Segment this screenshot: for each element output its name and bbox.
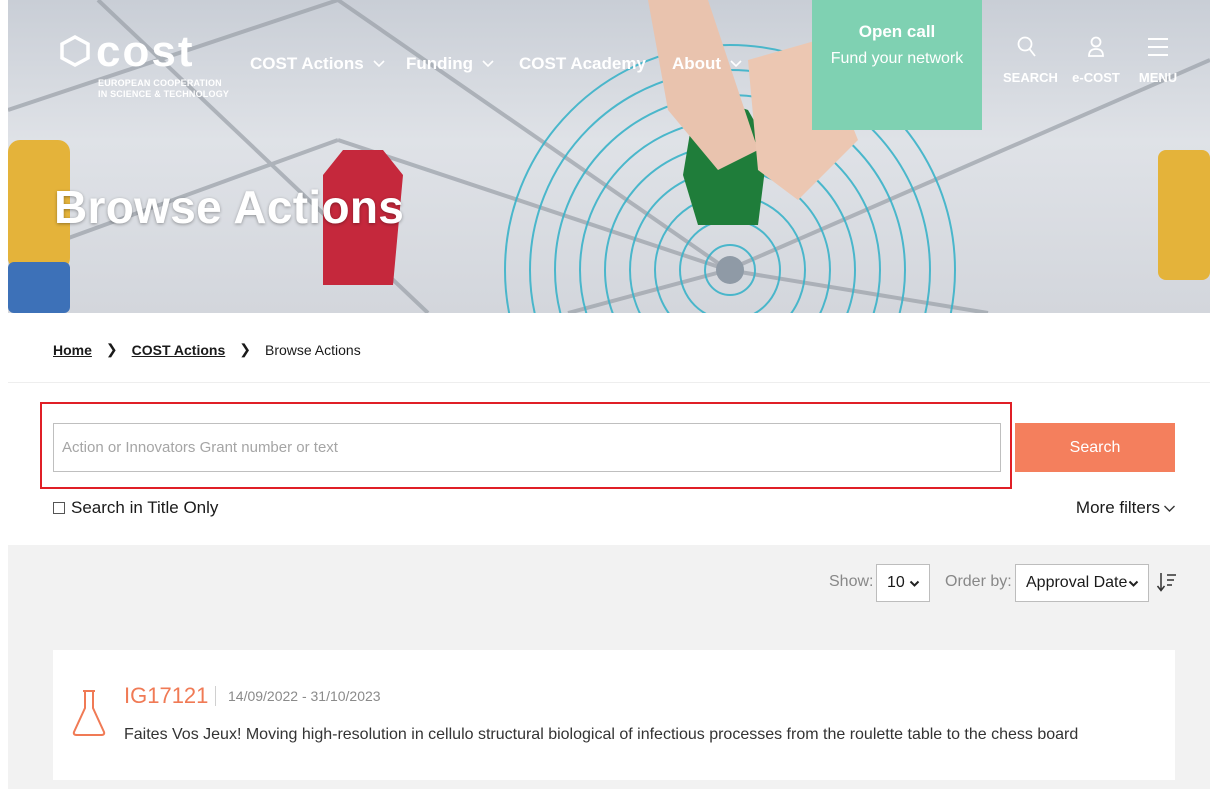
result-divider [215,686,216,706]
section-divider [8,382,1210,383]
menu-tool-label: MENU [1138,70,1178,85]
search-tool-button[interactable]: SEARCH [1003,36,1058,85]
nav-cost-actions[interactable]: COST Actions [250,54,386,74]
show-count-value: 10 [887,574,905,591]
chevron-down-icon [730,60,742,68]
breadcrumb-current: Browse Actions [264,341,361,358]
cost-logo[interactable]: cost EUROPEAN COOPERATION IN SCIENCE & T… [58,27,229,105]
search-tool-label: SEARCH [1003,70,1058,85]
search-icon [1017,36,1036,57]
open-call-subtitle: Fund your network [830,50,964,67]
breadcrumb-cost-actions[interactable]: COST Actions [132,342,226,358]
chevron-down-icon [373,60,385,68]
breadcrumb-home[interactable]: Home [53,342,92,358]
result-code[interactable]: IG17121 [124,683,208,709]
show-count-select[interactable]: 10 [876,564,930,602]
top-navigation-bar: cost EUROPEAN COOPERATION IN SCIENCE & T… [8,0,1210,130]
checkbox-box[interactable] [53,502,65,514]
order-by-value: Approval Date [1026,574,1128,591]
search-title-only-checkbox[interactable]: Search in Title Only [53,498,218,518]
chevron-down-icon [1164,505,1175,512]
chevron-down-icon [482,60,494,68]
more-filters-toggle[interactable]: More filters [1076,498,1176,518]
chevron-down-icon [1128,580,1139,587]
nav-funding-label: Funding [406,54,474,73]
open-call-title: Open call [858,22,936,41]
nav-about-label: About [672,54,722,73]
logo-tagline-2: IN SCIENCE & TECHNOLOGY [98,89,230,99]
order-by-label: Order by: [945,573,1012,590]
logo-tagline-1: EUROPEAN COOPERATION [98,78,222,88]
ecost-tool-button[interactable]: e-COST [1072,36,1120,85]
nav-cost-academy[interactable]: COST Academy [519,54,646,74]
open-call-banner[interactable]: Open call Fund your network [812,0,982,130]
nav-cost-actions-label: COST Actions [250,54,364,73]
nav-funding[interactable]: Funding [406,54,495,74]
menu-tool-button[interactable]: MENU [1136,36,1180,85]
chevron-down-icon [909,580,920,587]
flask-icon [72,690,106,736]
logo-wordmark: cost [96,27,195,76]
hamburger-menu-icon [1148,38,1168,56]
more-filters-label: More filters [1075,498,1160,517]
chevron-right-icon: ❯ [105,341,118,357]
result-dates: 14/09/2022 - 31/10/2023 [228,688,381,704]
show-label: Show: [829,573,874,590]
page-title: Browse Actions [54,181,405,233]
nav-about[interactable]: About [672,54,743,74]
sort-descending-icon[interactable] [1156,571,1178,593]
search-button[interactable]: Search [1015,423,1175,472]
result-title[interactable]: Faites Vos Jeux! Moving high-resolution … [124,726,1078,744]
nav-cost-academy-label: COST Academy [519,54,646,73]
result-card[interactable]: IG17121 14/09/2022 - 31/10/2023 Faites V… [53,650,1175,780]
hero-banner: cost EUROPEAN COOPERATION IN SCIENCE & T… [8,0,1210,313]
search-input[interactable] [53,423,1001,472]
cost-logo-icon [60,35,90,67]
user-icon [1088,36,1104,57]
chevron-right-icon: ❯ [239,341,251,357]
search-title-only-label: Search in Title Only [71,498,219,517]
breadcrumb: Home ❯ COST Actions ❯ Browse Actions [53,341,361,358]
order-by-select[interactable]: Approval Date [1015,564,1149,602]
ecost-tool-label: e-COST [1072,70,1120,85]
